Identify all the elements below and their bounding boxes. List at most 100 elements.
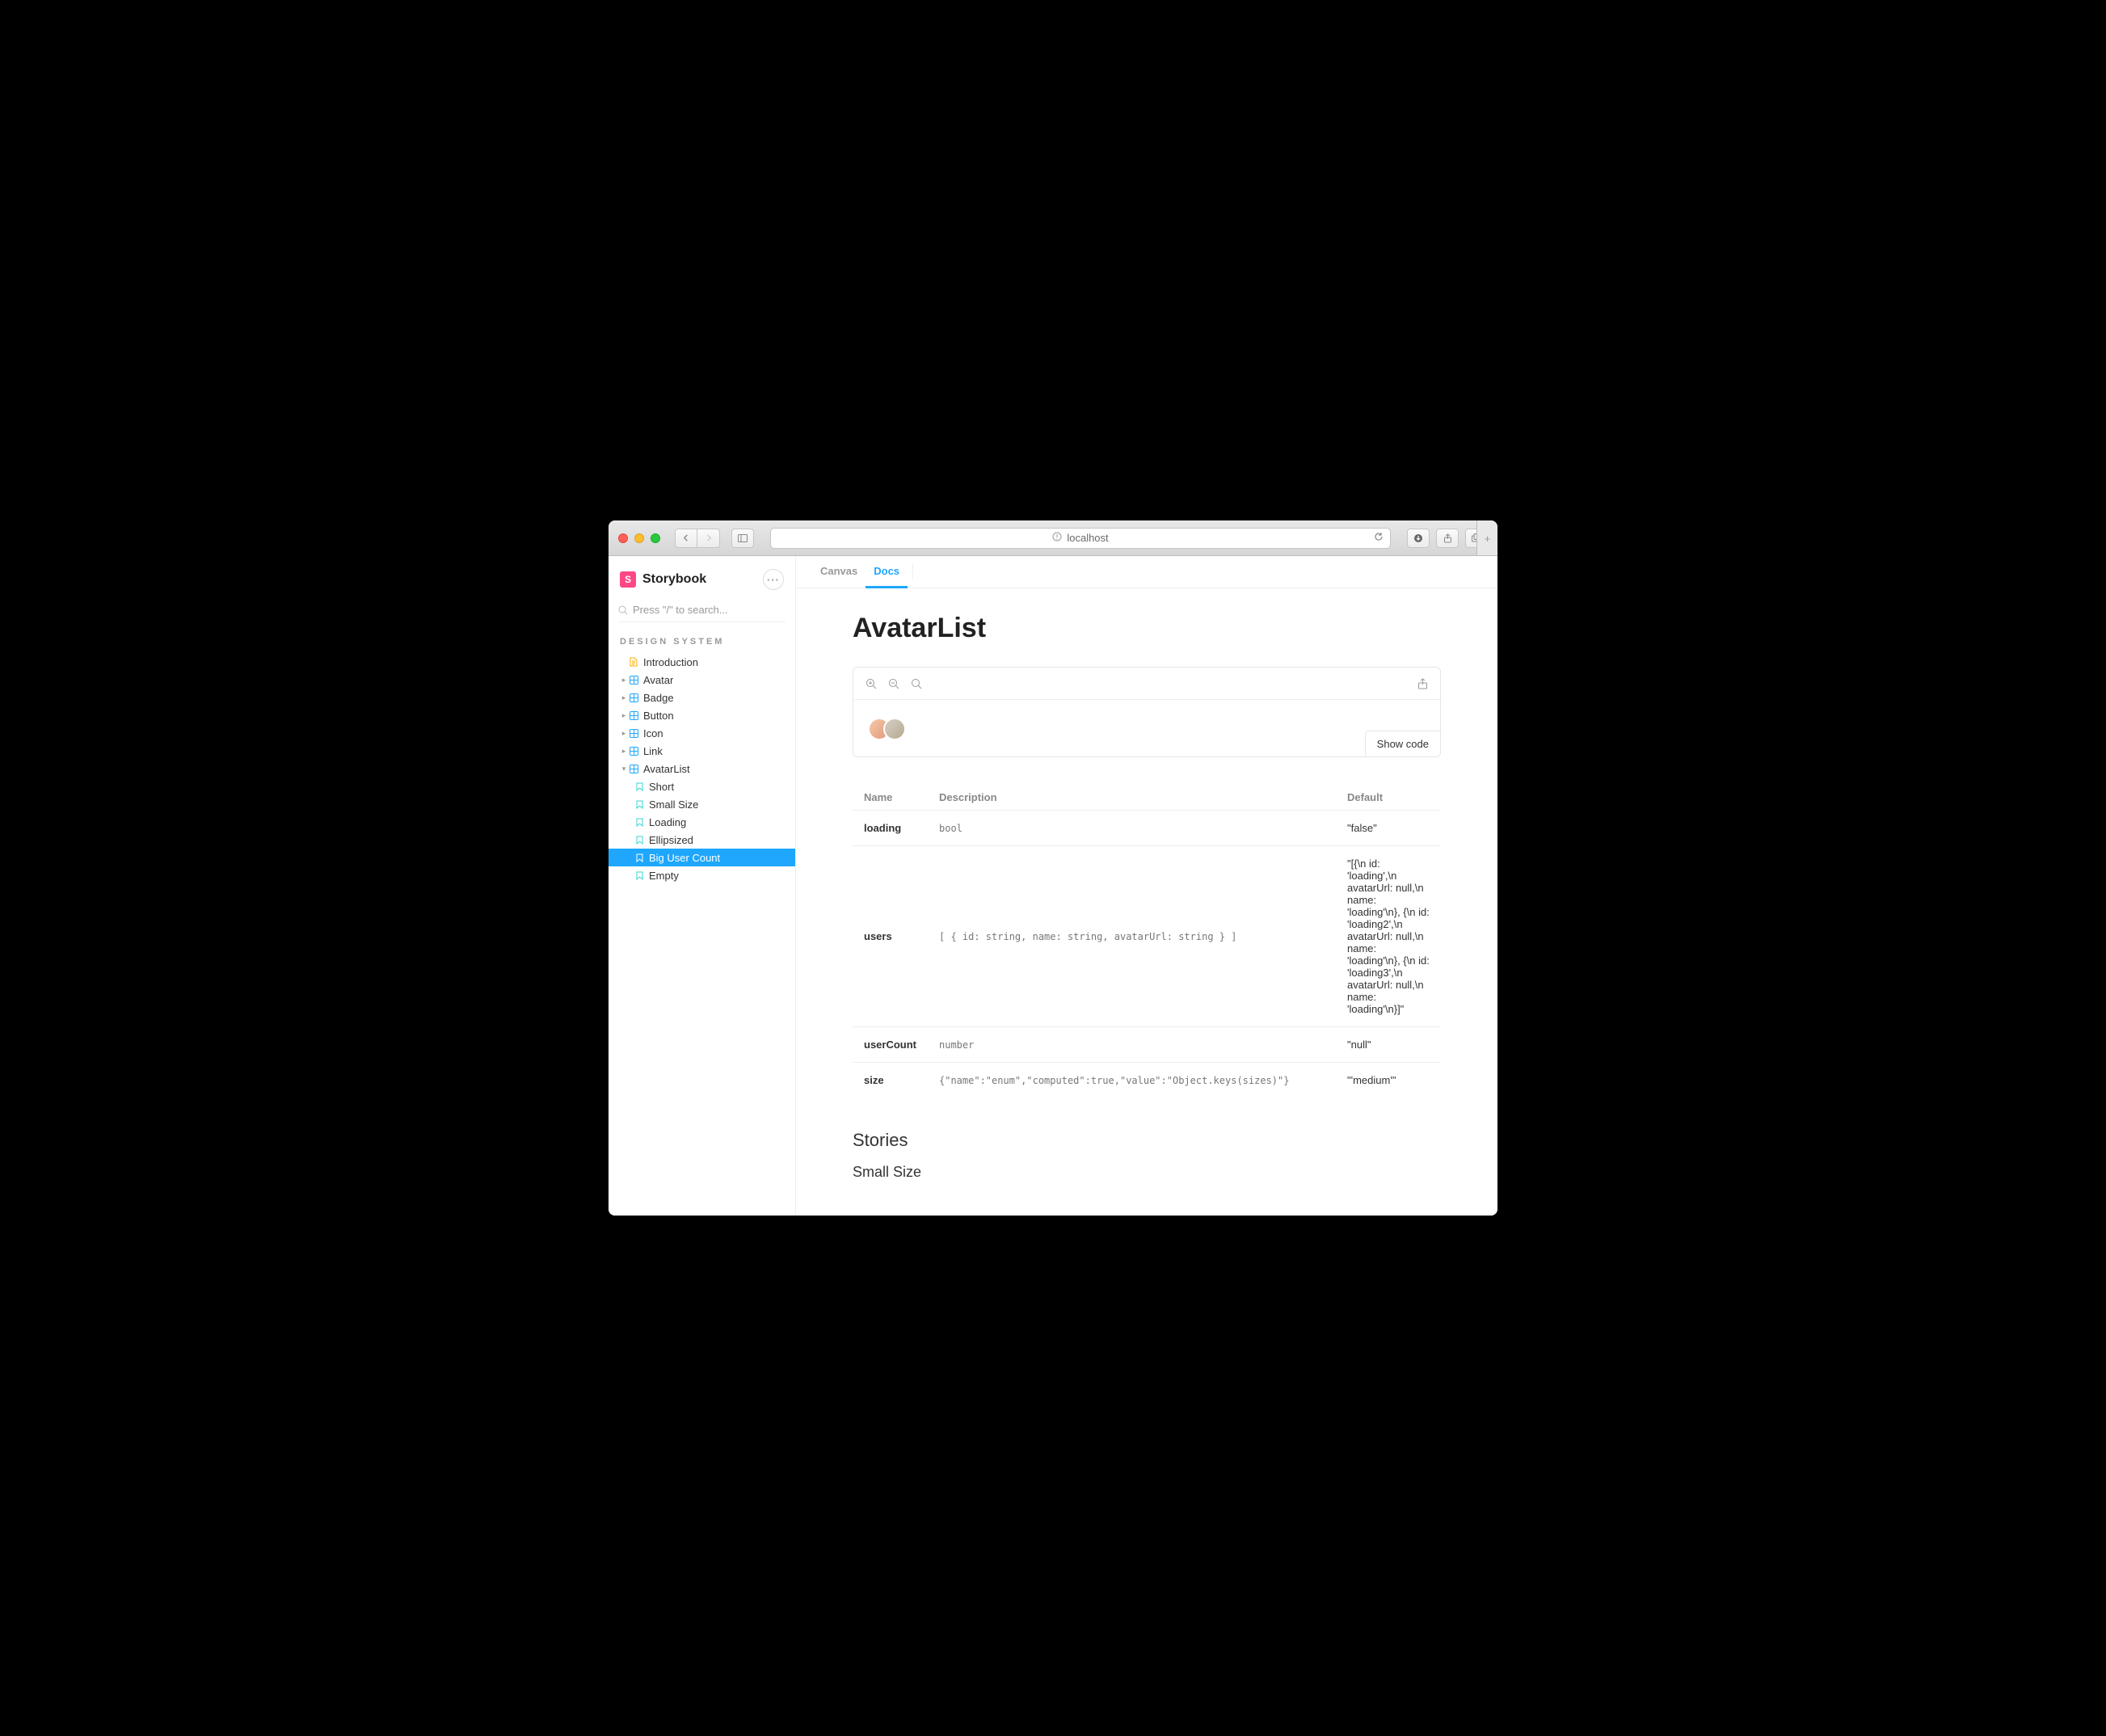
preview-panel: Show code bbox=[853, 667, 1441, 757]
url-bar[interactable]: localhost bbox=[770, 528, 1391, 549]
window-controls bbox=[618, 533, 660, 543]
forward-button[interactable] bbox=[697, 529, 720, 548]
sidebar-story-small-size[interactable]: Small Size bbox=[609, 795, 795, 813]
component-icon bbox=[629, 675, 638, 685]
url-text: localhost bbox=[1067, 532, 1108, 544]
sidebar-item-label: Ellipsized bbox=[649, 834, 693, 846]
tab-docs[interactable]: Docs bbox=[866, 556, 908, 588]
show-code-button[interactable]: Show code bbox=[1365, 731, 1441, 757]
bookmark-icon bbox=[634, 817, 644, 827]
sidebar-story-loading[interactable]: Loading bbox=[609, 813, 795, 831]
preview-canvas: Show code bbox=[853, 700, 1440, 756]
col-header-name: Name bbox=[853, 785, 928, 811]
open-isolated-button[interactable] bbox=[1416, 677, 1429, 690]
prop-name: size bbox=[853, 1063, 928, 1098]
nav-buttons bbox=[675, 529, 720, 548]
sidebar-item-label: Small Size bbox=[649, 798, 698, 811]
sidebar-component-button[interactable]: ▸ Button bbox=[609, 706, 795, 724]
maximize-window-button[interactable] bbox=[651, 533, 660, 543]
prop-name: userCount bbox=[853, 1027, 928, 1063]
sidebar-story-big-user-count[interactable]: Big User Count bbox=[609, 849, 795, 866]
prop-description: bool bbox=[928, 811, 1336, 846]
zoom-in-button[interactable] bbox=[865, 677, 878, 690]
prop-default: "false" bbox=[1336, 811, 1441, 846]
sidebar-item-label: Button bbox=[643, 710, 674, 722]
chevron-right-icon: ▸ bbox=[620, 729, 628, 738]
component-icon bbox=[629, 710, 638, 720]
sidebar-menu-button[interactable]: ··· bbox=[763, 569, 784, 590]
table-row: userCountnumber"null" bbox=[853, 1027, 1441, 1063]
component-icon bbox=[629, 746, 638, 756]
sidebar-doc-introduction[interactable]: Introduction bbox=[609, 653, 795, 671]
chevron-right-icon: ▸ bbox=[620, 747, 628, 756]
bookmark-icon bbox=[634, 799, 644, 809]
sidebar-tree: Introduction ▸Avatar ▸ Badge ▸ Button ▸ Icon ▸ Li… bbox=[609, 653, 795, 1216]
bookmark-icon bbox=[634, 835, 644, 845]
app-shell: S Storybook ··· Press "/" to search... D… bbox=[609, 556, 1497, 1216]
sidebar-item-label: Link bbox=[643, 745, 663, 757]
col-header-default: Default bbox=[1336, 785, 1441, 811]
props-table: Name Description Default loadingbool"fal… bbox=[853, 785, 1441, 1098]
prop-description: number bbox=[928, 1027, 1336, 1063]
docs-body: AvatarList bbox=[796, 588, 1497, 1216]
sidebar-story-ellipsized[interactable]: Ellipsized bbox=[609, 831, 795, 849]
prop-name: loading bbox=[853, 811, 928, 846]
sidebar-component-link[interactable]: ▸ Link bbox=[609, 742, 795, 760]
sidebar-story-empty[interactable]: Empty bbox=[609, 866, 795, 884]
sidebar-section-label: DESIGN SYSTEM bbox=[609, 632, 795, 653]
prop-default: "'medium'" bbox=[1336, 1063, 1441, 1098]
sidebar-toggle-button[interactable] bbox=[731, 529, 754, 548]
bookmark-icon bbox=[634, 853, 644, 862]
reload-button[interactable] bbox=[1374, 532, 1384, 544]
chevron-down-icon: ▾ bbox=[620, 765, 628, 773]
prop-description: {"name":"enum","computed":true,"value":"… bbox=[928, 1063, 1336, 1098]
tab-separator bbox=[912, 564, 913, 579]
sidebar-component-avatar[interactable]: ▸Avatar bbox=[609, 671, 795, 689]
prop-default: "null" bbox=[1336, 1027, 1441, 1063]
document-icon bbox=[629, 657, 638, 667]
minimize-window-button[interactable] bbox=[634, 533, 644, 543]
tabs-bar: CanvasDocs bbox=[796, 556, 1497, 588]
sidebar-component-badge[interactable]: ▸ Badge bbox=[609, 689, 795, 706]
chevron-right-icon: ▸ bbox=[620, 711, 628, 720]
component-icon bbox=[629, 764, 638, 773]
close-window-button[interactable] bbox=[618, 533, 628, 543]
avatar bbox=[883, 718, 906, 740]
search-input[interactable]: Press "/" to search... bbox=[618, 598, 786, 622]
preview-toolbar bbox=[853, 668, 1440, 700]
story-heading: Small Size bbox=[853, 1164, 1441, 1181]
storybook-logo-icon: S bbox=[620, 571, 636, 588]
zoom-out-button[interactable] bbox=[887, 677, 900, 690]
sidebar-item-label: Introduction bbox=[643, 656, 698, 668]
sidebar-item-label: Avatar bbox=[643, 674, 673, 686]
avatar-list-preview bbox=[868, 718, 1426, 740]
sidebar-story-short[interactable]: Short bbox=[609, 777, 795, 795]
content-area: CanvasDocs AvatarList bbox=[796, 556, 1497, 1216]
sidebar-item-label: Short bbox=[649, 781, 674, 793]
table-row: size{"name":"enum","computed":true,"valu… bbox=[853, 1063, 1441, 1098]
zoom-reset-button[interactable] bbox=[910, 677, 923, 690]
stories-heading: Stories bbox=[853, 1130, 1441, 1151]
browser-window: localhost + S Storybook ··· bbox=[609, 520, 1497, 1216]
downloads-button[interactable] bbox=[1407, 529, 1430, 548]
prop-description: [ { id: string, name: string, avatarUrl:… bbox=[928, 846, 1336, 1027]
sidebar-component-avatarlist[interactable]: ▾ AvatarList bbox=[609, 760, 795, 777]
sidebar-item-label: Badge bbox=[643, 692, 674, 704]
sidebar-item-label: Icon bbox=[643, 727, 663, 739]
tab-canvas[interactable]: Canvas bbox=[812, 556, 866, 588]
new-tab-button[interactable]: + bbox=[1476, 520, 1497, 555]
col-header-description: Description bbox=[928, 785, 1336, 811]
prop-name: users bbox=[853, 846, 928, 1027]
share-button[interactable] bbox=[1436, 529, 1459, 548]
table-row: loadingbool"false" bbox=[853, 811, 1441, 846]
sidebar-item-label: Empty bbox=[649, 870, 679, 882]
component-icon bbox=[629, 693, 638, 702]
chevron-right-icon: ▸ bbox=[620, 693, 628, 702]
app-name: Storybook bbox=[642, 572, 706, 587]
sidebar: S Storybook ··· Press "/" to search... D… bbox=[609, 556, 796, 1216]
sidebar-component-icon[interactable]: ▸ Icon bbox=[609, 724, 795, 742]
back-button[interactable] bbox=[675, 529, 697, 548]
search-placeholder: Press "/" to search... bbox=[633, 604, 728, 616]
sidebar-header: S Storybook ··· bbox=[609, 556, 795, 598]
sidebar-item-label: AvatarList bbox=[643, 763, 690, 775]
